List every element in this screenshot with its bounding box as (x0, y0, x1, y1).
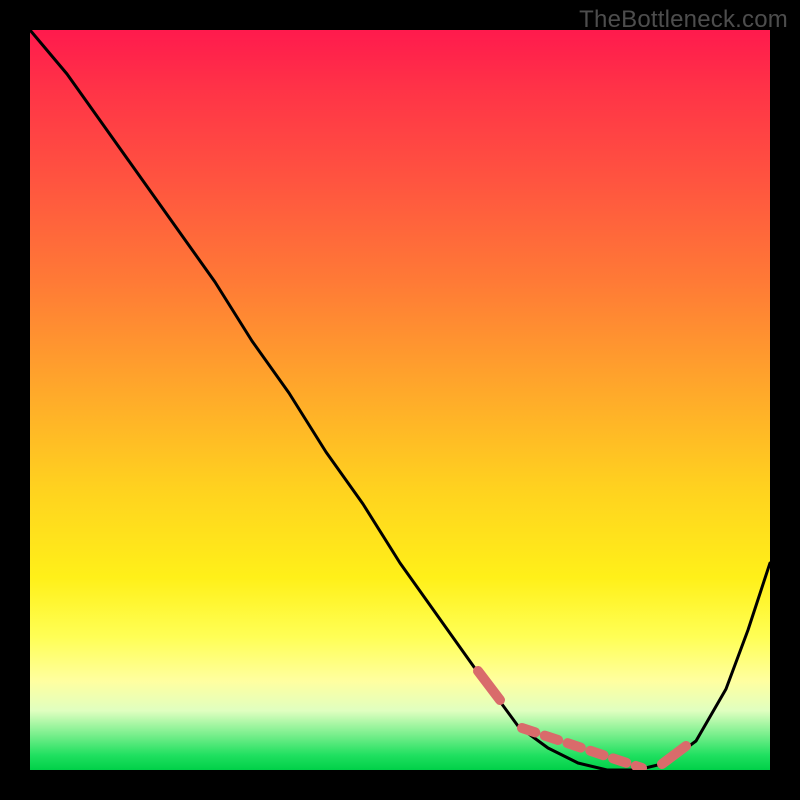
chart-frame: TheBottleneck.com (0, 0, 800, 800)
gradient-plot-area (30, 30, 770, 770)
